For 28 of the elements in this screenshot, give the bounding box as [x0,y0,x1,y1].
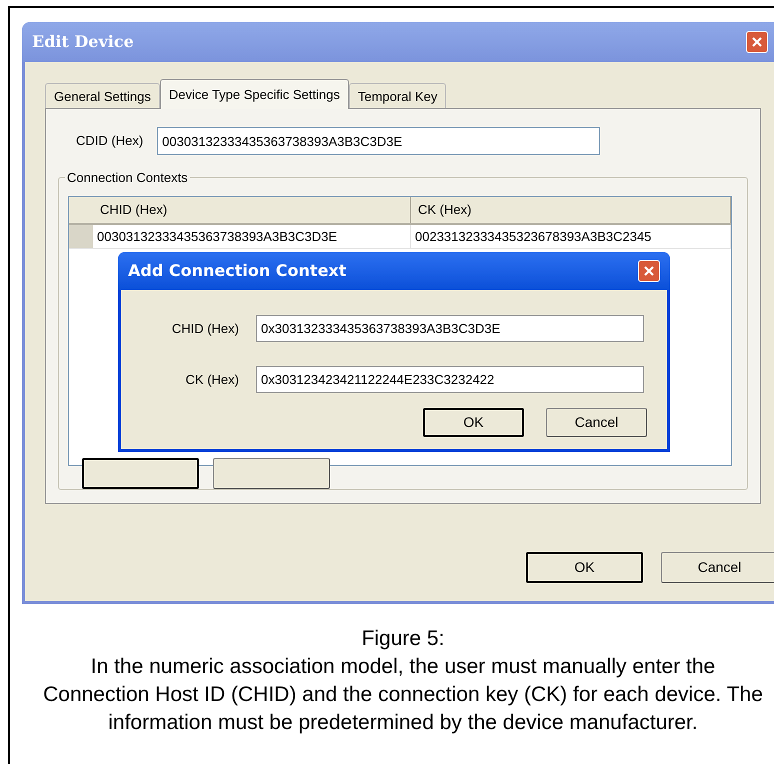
dialog-button[interactable]: Cancel [661,552,774,583]
column-header[interactable]: CHID (Hex) [93,197,411,223]
window-title: Edit Device [32,31,134,53]
close-button[interactable] [746,31,768,53]
field-label: CDID (Hex) [76,132,144,150]
dialog-button[interactable]: OK [423,408,524,437]
button[interactable] [82,458,199,489]
field-label: CHID (Hex) [170,320,239,338]
table-cell: 00233132333435323678393A3B3C2345 [411,225,731,248]
button[interactable] [213,458,330,489]
column-header[interactable]: CK (Hex) [411,197,731,223]
close-icon [643,265,655,277]
close-button[interactable] [638,260,660,282]
tab[interactable]: Temporal Key [348,83,446,109]
figure-caption: In the numeric association model, the user must manually enter the Connection Host ID (CHID) and the connection key (CK) for each device. The information must be predetermined by the device manufacturer. [43,654,763,736]
field-label: CK (Hex) [184,370,239,389]
table-cell: 00303132333435363738393A3B3C3D3E [93,225,411,248]
tab[interactable]: General Settings [45,83,160,109]
close-icon [751,36,763,48]
dialog-button[interactable]: Cancel [546,408,647,437]
input-field[interactable]: 0x303132333435363738393A3B3C3D3E [256,315,644,342]
row-header [69,225,93,248]
input-field[interactable]: 00303132333435363738393A3B3C3D3E [157,127,600,155]
tab[interactable]: Device Type Specific Settings [160,79,349,109]
dialog-title: Add Connection Context [128,260,346,282]
figure-title: Figure 5: [362,626,444,652]
dialog-button[interactable]: OK [526,552,643,583]
input-field[interactable]: 0x303123423421122244E233C3232422 [256,366,644,393]
